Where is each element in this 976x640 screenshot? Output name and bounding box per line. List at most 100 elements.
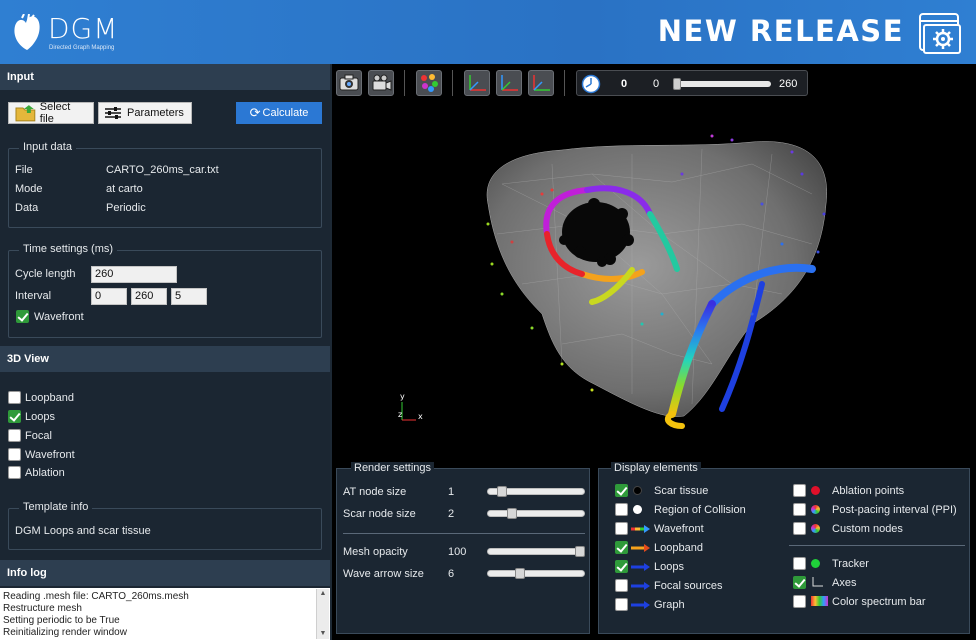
interval-end-field[interactable]: 260 <box>131 288 167 305</box>
log-line: Reinitializing render window <box>3 627 127 638</box>
logo-text: DGM <box>48 12 119 45</box>
3d-viewport[interactable]: 0 0 260 y z x Render settings AT node si… <box>332 64 976 640</box>
app-header: DGM Directed Graph Mapping NEW RELEASE <box>0 0 976 64</box>
scroll-down-icon[interactable]: ▼ <box>317 629 329 639</box>
new-release-title: NEW RELEASE <box>657 14 904 48</box>
scar-node-size-label: Scar node size <box>343 508 416 520</box>
refresh-icon: ⟳ <box>249 105 261 120</box>
mode-label: Mode <box>15 183 43 195</box>
render-settings-panel: Render settings AT node size 1 Scar node… <box>336 462 590 634</box>
heart-logo-icon <box>14 14 40 50</box>
ablation-checkbox[interactable] <box>8 466 21 479</box>
settings-window-icon[interactable] <box>918 12 962 54</box>
display-elements-panel: Display elements Scar tissue Region of C… <box>598 462 970 634</box>
heart-mesh-render[interactable]: yz x <box>332 64 976 464</box>
tracker-checkbox[interactable] <box>793 557 806 570</box>
interval-step-field[interactable]: 5 <box>171 288 207 305</box>
parameters-button[interactable]: Parameters <box>98 102 192 124</box>
ablation-label: Ablation <box>25 467 65 479</box>
scar-node-size-value: 2 <box>448 508 455 520</box>
wave-arrow-size-slider[interactable] <box>487 570 585 577</box>
wavefront-display-checkbox[interactable] <box>615 522 628 535</box>
calculate-label: Calculate <box>262 107 309 119</box>
white-dot-icon <box>633 505 642 514</box>
blue-arrow-icon <box>631 601 650 609</box>
focal-sources-checkbox[interactable] <box>615 579 628 592</box>
blue-arrow-icon <box>631 582 650 590</box>
green-dot-icon <box>811 559 820 568</box>
wavefront-checkbox[interactable] <box>16 310 29 323</box>
black-dot-icon <box>633 486 642 495</box>
spectrum-icon <box>811 596 828 606</box>
region-collision-checkbox[interactable] <box>615 503 628 516</box>
scroll-up-icon[interactable]: ▲ <box>317 589 329 599</box>
axes-glyph: yz x <box>398 392 423 421</box>
ablation-points-label: Ablation points <box>832 485 905 497</box>
display-elements-divider <box>789 545 965 546</box>
loops-display-checkbox[interactable] <box>615 560 628 573</box>
log-line: Setting periodic to be True <box>3 615 120 626</box>
render-settings-divider <box>343 533 585 534</box>
time-settings-title: Time settings (ms) <box>19 243 118 255</box>
color-spectrum-checkbox[interactable] <box>793 595 806 608</box>
graph-checkbox[interactable] <box>615 598 628 611</box>
info-log-section-header: Info log <box>0 560 330 586</box>
mesh-opacity-label: Mesh opacity <box>343 546 408 558</box>
orange-arrow-icon <box>631 544 650 552</box>
calculate-button[interactable]: ⟳ Calculate <box>236 102 322 124</box>
svg-text:x: x <box>418 412 423 421</box>
mesh-opacity-thumb[interactable] <box>575 546 585 557</box>
focal-checkbox[interactable] <box>8 429 21 442</box>
loopband-label: Loopband <box>25 392 74 404</box>
rainbow-circle-icon <box>811 524 820 533</box>
loopband-display-label: Loopband <box>654 542 703 554</box>
red-dot-icon <box>811 486 820 495</box>
input-data-title: Input data <box>19 141 76 153</box>
wavefront-view-label: Wavefront <box>25 449 75 461</box>
axes-checkbox[interactable] <box>793 576 806 589</box>
mesh-opacity-value: 100 <box>448 546 467 558</box>
interval-label: Interval <box>15 290 52 302</box>
wave-arrow-size-thumb[interactable] <box>515 568 525 579</box>
loopband-checkbox[interactable] <box>8 391 21 404</box>
axes-icon <box>812 577 823 587</box>
loops-checkbox[interactable] <box>8 410 21 423</box>
wavefront-view-checkbox[interactable] <box>8 448 21 461</box>
at-node-size-value: 1 <box>448 486 455 498</box>
ppi-label: Post-pacing interval (PPI) <box>832 504 957 516</box>
log-scrollbar[interactable]: ▲ ▼ <box>316 589 329 639</box>
wave-arrow-size-value: 6 <box>448 568 455 580</box>
ppi-checkbox[interactable] <box>793 503 806 516</box>
rainbow-arrow-icon <box>631 525 650 533</box>
mesh-opacity-slider[interactable] <box>487 548 585 555</box>
log-line: Restructure mesh <box>3 603 82 614</box>
data-value: Periodic <box>106 202 146 214</box>
info-log[interactable]: Reading .mesh file: CARTO_260ms.mesh Res… <box>0 588 330 640</box>
sliders-icon <box>105 107 121 119</box>
custom-nodes-checkbox[interactable] <box>793 522 806 535</box>
render-settings-title: Render settings <box>351 462 435 474</box>
left-panel: Input Select file Parameters ⟳ Calculate… <box>0 64 330 640</box>
parameters-label: Parameters <box>127 107 184 119</box>
select-file-button[interactable]: Select file <box>8 101 94 125</box>
folder-icon <box>15 105 36 122</box>
cycle-length-field[interactable]: 260 <box>91 266 177 283</box>
region-collision-label: Region of Collision <box>654 504 746 516</box>
wave-arrow-size-label: Wave arrow size <box>343 568 424 580</box>
scar-node-size-thumb[interactable] <box>507 508 517 519</box>
scar-node-size-slider[interactable] <box>487 510 585 517</box>
at-node-size-label: AT node size <box>343 486 407 498</box>
interval-start-field[interactable]: 0 <box>91 288 127 305</box>
info-log-text: Reading .mesh file: CARTO_260ms.mesh Res… <box>3 591 313 639</box>
axes-label: Axes <box>832 577 857 589</box>
graph-label: Graph <box>654 599 685 611</box>
file-label: File <box>15 164 33 176</box>
loopband-display-checkbox[interactable] <box>615 541 628 554</box>
template-info-text: DGM Loops and scar tissue <box>15 525 151 537</box>
ablation-points-checkbox[interactable] <box>793 484 806 497</box>
wavefront-display-label: Wavefront <box>654 523 704 535</box>
cycle-length-label: Cycle length <box>15 268 76 280</box>
scar-tissue-checkbox[interactable] <box>615 484 628 497</box>
at-node-size-thumb[interactable] <box>497 486 507 497</box>
wavefront-label: Wavefront <box>34 311 84 323</box>
